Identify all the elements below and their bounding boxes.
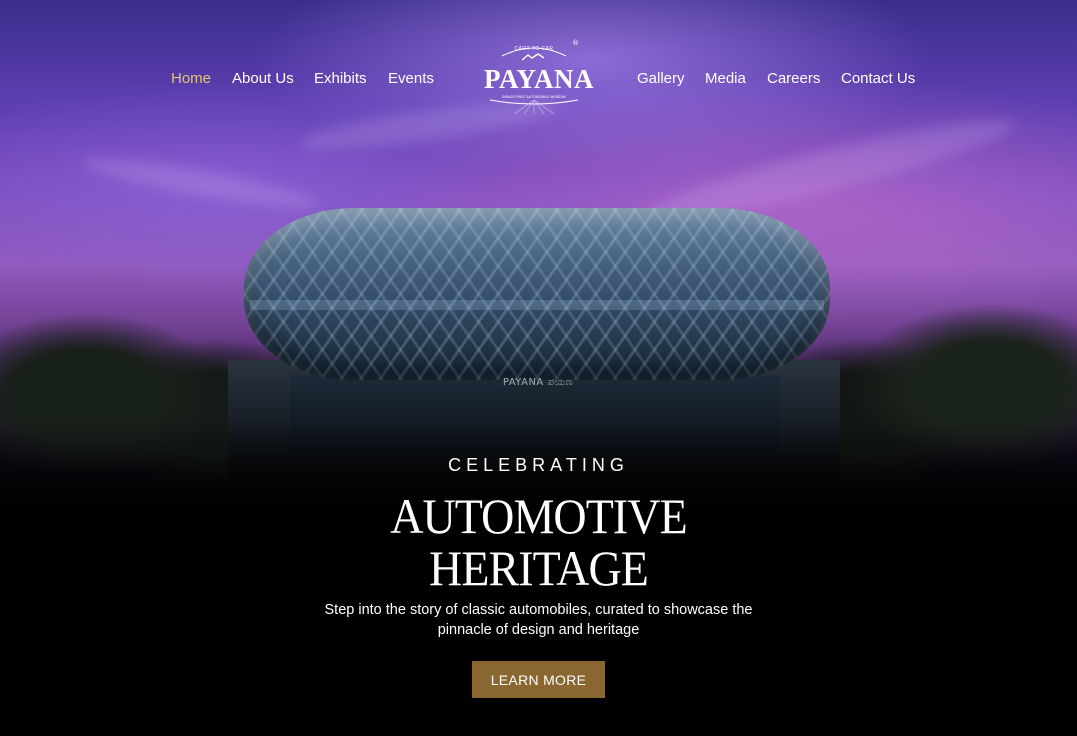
nav-media[interactable]: Media: [705, 70, 746, 87]
logo-wordmark: PAYANA: [484, 64, 595, 94]
tyre-shaped-roof: [244, 208, 830, 380]
hero-headline: AUTOMOTIVE HERITAGE: [43, 490, 1034, 594]
headline-line-2: HERITAGE: [429, 540, 649, 596]
headline-line-1: AUTOMOTIVE: [390, 488, 688, 544]
payana-logo[interactable]: CART TO CAR PAYANA INDIA'S FIRST AUTOMOB…: [484, 39, 595, 115]
building-sign: PAYANA ಪಯಣ: [502, 377, 574, 388]
hero-subtitle: Step into the story of classic automobil…: [0, 600, 1077, 640]
nav-gallery[interactable]: Gallery: [637, 70, 685, 87]
logo-tagline-top: CART TO CAR: [514, 46, 554, 52]
subtitle-line-2: pinnacle of design and heritage: [437, 622, 640, 638]
nav-about-us[interactable]: About Us: [232, 70, 294, 87]
learn-more-button[interactable]: LEARN MORE: [472, 661, 605, 698]
logo-tagline-bottom: INDIA'S FIRST AUTOMOBILE MUSEUM: [502, 95, 566, 99]
registered-mark: ®: [572, 39, 579, 47]
nav-events[interactable]: Events: [388, 70, 434, 87]
hero-eyebrow: CELEBRATING: [448, 455, 629, 475]
subtitle-line-1: Step into the story of classic automobil…: [324, 602, 753, 618]
tyre-tread-band: [250, 300, 824, 310]
nav-contact-us[interactable]: Contact Us: [841, 70, 915, 87]
nav-home[interactable]: Home: [171, 70, 211, 87]
nav-exhibits[interactable]: Exhibits: [314, 70, 367, 87]
nav-careers[interactable]: Careers: [767, 70, 820, 87]
